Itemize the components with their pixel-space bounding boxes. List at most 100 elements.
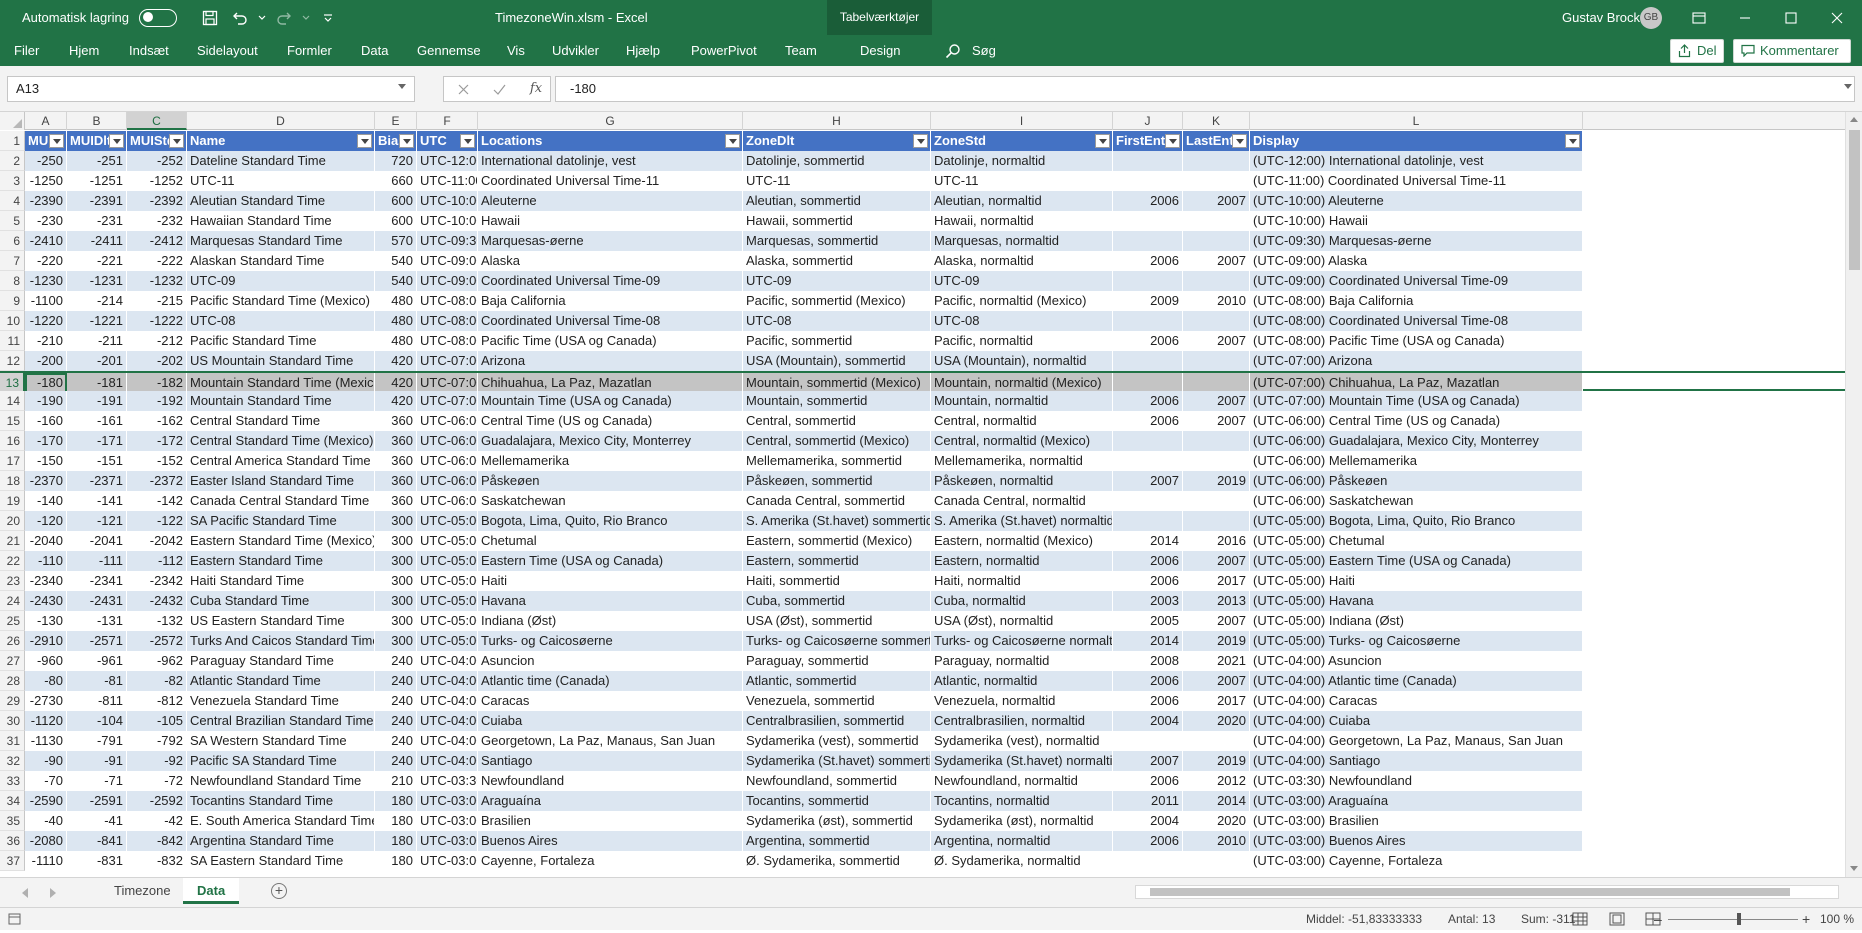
cell-zonestd[interactable]: Argentina, normaltid [931, 831, 1113, 851]
cell-bias[interactable]: 240 [375, 691, 417, 711]
cell-muidlt[interactable]: -211 [67, 331, 127, 351]
cell-lastentry[interactable] [1183, 511, 1250, 531]
cell-muistd[interactable]: -2392 [127, 191, 187, 211]
cell-muistd[interactable]: -1252 [127, 171, 187, 191]
cell-firstentry[interactable] [1113, 271, 1183, 291]
cell-utc[interactable]: UTC-11:00 [417, 171, 478, 191]
row-header[interactable]: 1 [0, 131, 25, 151]
cell-locations[interactable]: Havana [478, 591, 743, 611]
cell-display[interactable]: (UTC-08:00) Baja California [1250, 291, 1583, 311]
cell-firstentry[interactable]: 2006 [1113, 251, 1183, 271]
cell-muistd[interactable]: -812 [127, 691, 187, 711]
cell-utc[interactable]: UTC-06:00 [417, 451, 478, 471]
cell-mui[interactable]: -90 [25, 751, 67, 771]
cell-bias[interactable]: 180 [375, 791, 417, 811]
cell-name[interactable]: Atlantic Standard Time [187, 671, 375, 691]
cell-muistd[interactable]: -162 [127, 411, 187, 431]
cell-locations[interactable]: Mountain Time (USA og Canada) [478, 391, 743, 411]
cell-firstentry[interactable]: 2006 [1113, 671, 1183, 691]
cell-zonedlt[interactable]: Central, sommertid (Mexico) [743, 431, 931, 451]
cell-name[interactable]: Argentina Standard Time [187, 831, 375, 851]
undo-dropdown-icon[interactable] [257, 5, 267, 31]
cell-muistd[interactable]: -252 [127, 151, 187, 171]
zoom-level[interactable]: 100 % [1820, 908, 1854, 931]
cell-display[interactable]: (UTC-12:00) International datolinje, ves… [1250, 151, 1583, 171]
cell-muidlt[interactable]: -841 [67, 831, 127, 851]
cell-zonedlt[interactable]: Eastern, sommertid (Mexico) [743, 531, 931, 551]
cell-utc[interactable]: UTC-05:00 [417, 571, 478, 591]
cell-mui[interactable]: -80 [25, 671, 67, 691]
cell-display[interactable]: (UTC-11:00) Coordinated Universal Time-1… [1250, 171, 1583, 191]
cell-name[interactable]: Cuba Standard Time [187, 591, 375, 611]
cell-zonestd[interactable]: Central, normaltid (Mexico) [931, 431, 1113, 451]
active-cell[interactable]: -180 [25, 373, 67, 393]
cell-bias[interactable]: 180 [375, 831, 417, 851]
cell-display[interactable]: (UTC-03:30) Newfoundland [1250, 771, 1583, 791]
redo-icon[interactable] [271, 5, 297, 31]
macro-record-icon[interactable] [8, 908, 21, 931]
tab-filer[interactable]: Filer [14, 35, 39, 66]
cell-muidlt[interactable]: -161 [67, 411, 127, 431]
cell-bias[interactable]: 240 [375, 671, 417, 691]
tab-data[interactable]: Data [361, 35, 388, 66]
zoom-in-icon[interactable]: + [1802, 908, 1810, 931]
cell-zonestd[interactable]: Mountain, normaltid (Mexico) [931, 373, 1113, 393]
tab-indsaet[interactable]: Indsæt [129, 35, 169, 66]
cell-muidlt[interactable]: -221 [67, 251, 127, 271]
cell-firstentry[interactable] [1113, 171, 1183, 191]
cell-firstentry[interactable]: 2006 [1113, 191, 1183, 211]
cell-zonestd[interactable]: Sydamerika (vest), normaltid [931, 731, 1113, 751]
cell-name[interactable]: Pacific Standard Time (Mexico) [187, 291, 375, 311]
cell-name[interactable]: Central Standard Time [187, 411, 375, 431]
cell-zonestd[interactable]: Atlantic, normaltid [931, 671, 1113, 691]
cell-locations[interactable]: Chetumal [478, 531, 743, 551]
cell-name[interactable]: Eastern Standard Time (Mexico) [187, 531, 375, 551]
cell-lastentry[interactable]: 2021 [1183, 651, 1250, 671]
cell-utc[interactable]: UTC-05:00 [417, 611, 478, 631]
cell-utc[interactable]: UTC-07:00 [417, 373, 478, 393]
cell-utc[interactable]: UTC-05:00 [417, 631, 478, 651]
cell-mui[interactable]: -200 [25, 351, 67, 371]
scroll-up-icon[interactable] [1850, 117, 1858, 122]
cell-muistd[interactable]: -122 [127, 511, 187, 531]
cell-bias[interactable]: 360 [375, 431, 417, 451]
cell-bias[interactable]: 540 [375, 251, 417, 271]
cell-name[interactable]: Easter Island Standard Time [187, 471, 375, 491]
cell-display[interactable]: (UTC-05:00) Havana [1250, 591, 1583, 611]
cell-zonestd[interactable]: Marquesas, normaltid [931, 231, 1113, 251]
cell-lastentry[interactable]: 2016 [1183, 531, 1250, 551]
cell-zonedlt[interactable]: Turks- og Caicosøerne sommertid [743, 631, 931, 651]
cell-muidlt[interactable]: -231 [67, 211, 127, 231]
cell-locations[interactable]: Georgetown, La Paz, Manaus, San Juan [478, 731, 743, 751]
cell-lastentry[interactable] [1183, 311, 1250, 331]
cell-firstentry[interactable]: 2007 [1113, 751, 1183, 771]
cell-mui[interactable]: -960 [25, 651, 67, 671]
column-header-d[interactable]: D [187, 112, 375, 130]
cell-muidlt[interactable]: -201 [67, 351, 127, 371]
cell-lastentry[interactable]: 2017 [1183, 571, 1250, 591]
cell-name[interactable]: Pacific Standard Time [187, 331, 375, 351]
cell-firstentry[interactable]: 2005 [1113, 611, 1183, 631]
avatar[interactable]: GB [1640, 7, 1662, 29]
cell-mui[interactable]: -70 [25, 771, 67, 791]
cell-zonestd[interactable]: Turks- og Caicosøerne normaltid [931, 631, 1113, 651]
cell-firstentry[interactable]: 2004 [1113, 711, 1183, 731]
cell-muistd[interactable]: -1222 [127, 311, 187, 331]
row-header[interactable]: 29 [0, 691, 25, 711]
cell-muidlt[interactable]: -811 [67, 691, 127, 711]
row-header[interactable]: 6 [0, 231, 25, 251]
save-icon[interactable] [197, 5, 223, 31]
cell-utc[interactable]: UTC-10:00 [417, 211, 478, 231]
expand-formula-bar-icon[interactable] [1844, 84, 1852, 89]
cell-locations[interactable]: Santiago [478, 751, 743, 771]
row-header[interactable]: 15 [0, 411, 25, 431]
cell-zonestd[interactable]: Ø. Sydamerika, normaltid [931, 851, 1113, 871]
cell-mui[interactable]: -140 [25, 491, 67, 511]
filter-dropdown-icon[interactable] [1165, 134, 1180, 148]
tab-hjaelp[interactable]: Hjælp [626, 35, 660, 66]
cell-display[interactable]: (UTC-06:00) Guadalajara, Mexico City, Mo… [1250, 431, 1583, 451]
cell-name[interactable]: Central Standard Time (Mexico) [187, 431, 375, 451]
cell-zonedlt[interactable]: Sydamerika (St.havet) sommertid [743, 751, 931, 771]
cell-mui[interactable]: -1120 [25, 711, 67, 731]
cell-zonedlt[interactable]: Sydamerika (øst), sommertid [743, 811, 931, 831]
